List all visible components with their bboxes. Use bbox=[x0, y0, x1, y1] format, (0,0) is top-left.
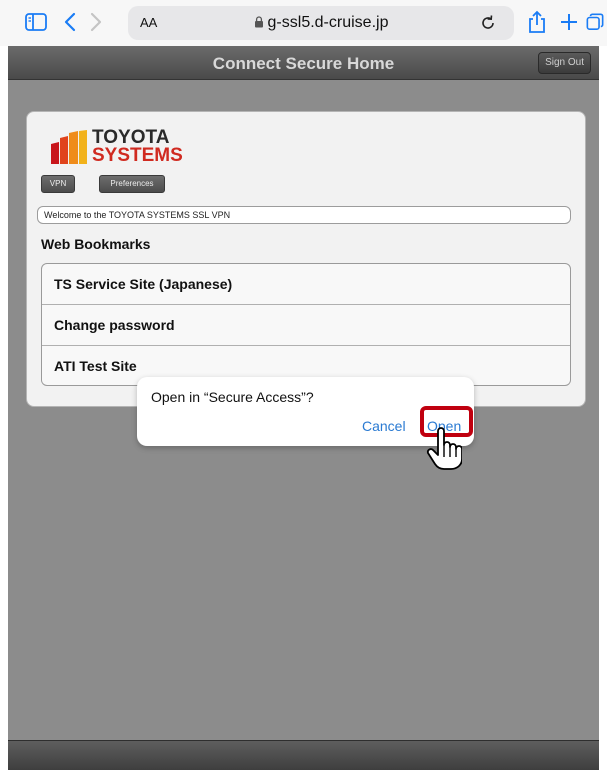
bookmark-list: TS Service Site (Japanese) Change passwo… bbox=[41, 263, 571, 386]
share-icon[interactable] bbox=[528, 10, 546, 34]
web-bookmarks-title: Web Bookmarks bbox=[41, 236, 151, 252]
vpn-button[interactable]: VPN bbox=[41, 175, 75, 193]
dialog-message: Open in “Secure Access”? bbox=[151, 389, 314, 405]
forward-icon[interactable] bbox=[88, 10, 104, 34]
bookmark-ts-service-site[interactable]: TS Service Site (Japanese) bbox=[42, 264, 570, 305]
hand-pointer-icon bbox=[426, 427, 463, 476]
preferences-button[interactable]: Preferences bbox=[99, 175, 165, 193]
welcome-message: Welcome to the TOYOTA SYSTEMS SSL VPN bbox=[37, 206, 571, 224]
cancel-button[interactable]: Cancel bbox=[362, 418, 406, 434]
logo-text: TOYOTA SYSTEMS bbox=[92, 128, 183, 166]
new-tab-icon[interactable] bbox=[560, 10, 578, 34]
page-title: Connect Secure Home bbox=[212, 54, 395, 73]
reload-icon[interactable] bbox=[478, 13, 498, 33]
url-display[interactable]: g-ssl5.d-cruise.jp bbox=[128, 14, 514, 33]
sidebar-icon[interactable] bbox=[24, 10, 48, 34]
app-header: Connect Secure Home Sign Out bbox=[8, 46, 599, 80]
app-footer bbox=[8, 740, 599, 770]
toyota-systems-logo-icon bbox=[49, 130, 89, 171]
back-icon[interactable] bbox=[62, 10, 78, 34]
safari-toolbar: AA g-ssl5.d-cruise.jp bbox=[0, 0, 607, 46]
address-bar[interactable]: AA g-ssl5.d-cruise.jp bbox=[128, 6, 514, 40]
url-text: g-ssl5.d-cruise.jp bbox=[267, 14, 389, 31]
sign-out-button[interactable]: Sign Out bbox=[538, 52, 591, 74]
home-panel: TOYOTA SYSTEMS VPN Preferences Welcome t… bbox=[26, 111, 586, 407]
tabs-icon[interactable] bbox=[586, 10, 604, 34]
bookmark-change-password[interactable]: Change password bbox=[42, 305, 570, 346]
logo-line2: SYSTEMS bbox=[92, 145, 183, 166]
lock-icon bbox=[254, 15, 264, 33]
